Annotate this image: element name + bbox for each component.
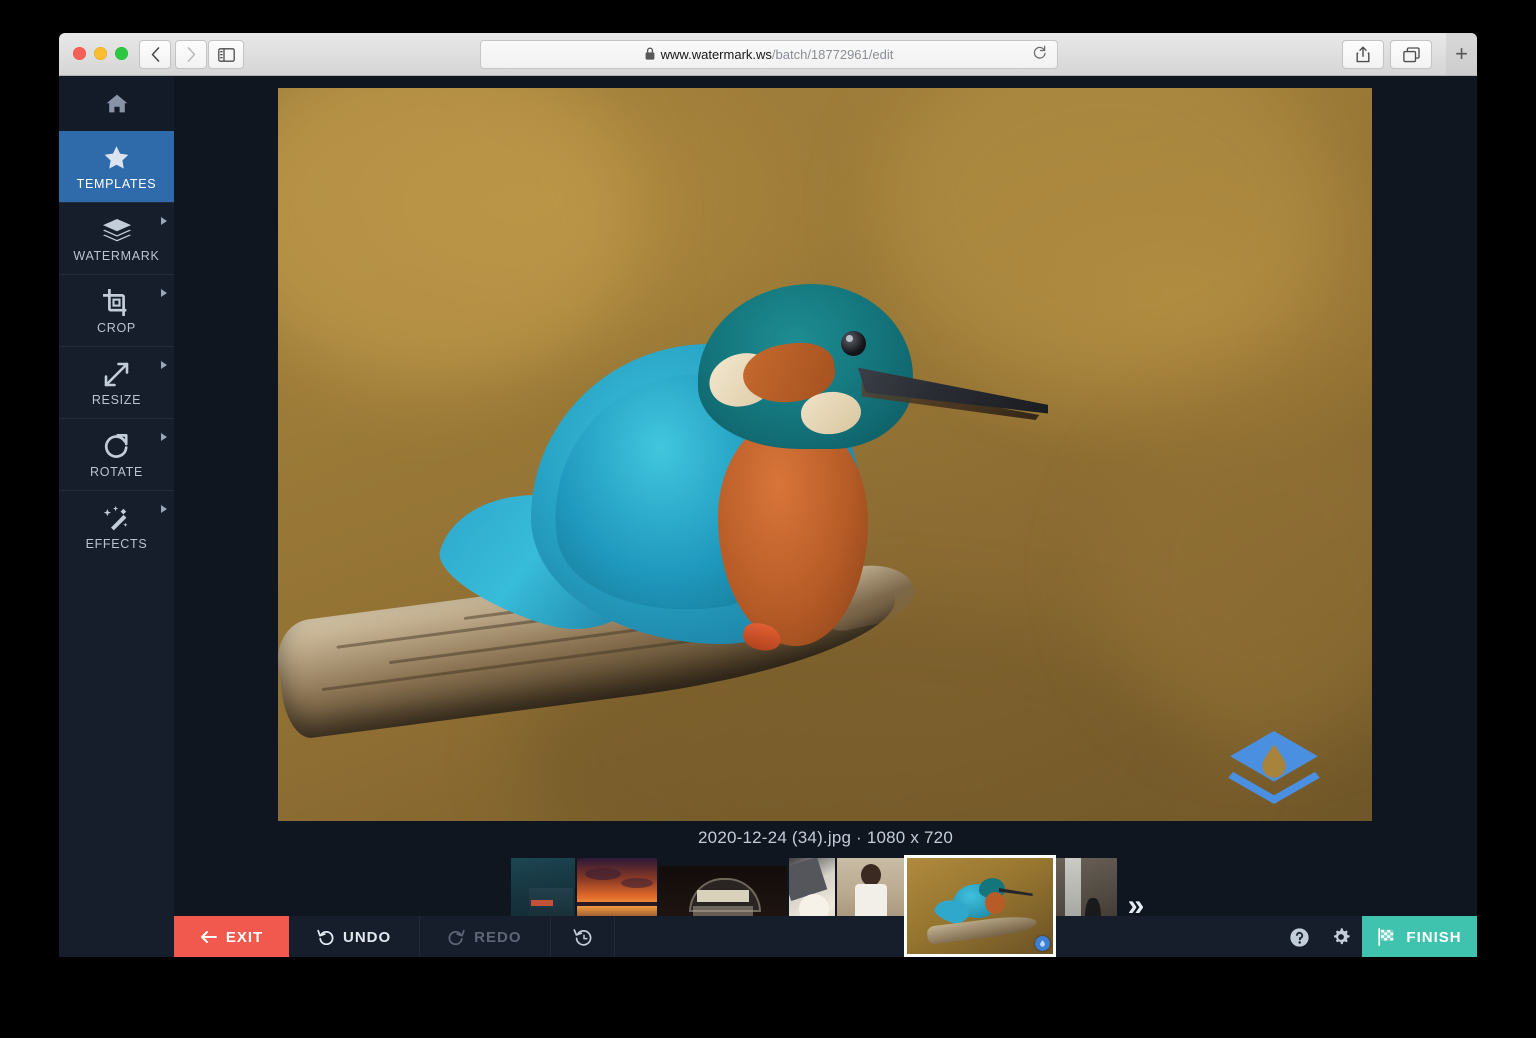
show-tabs-icon: [1402, 46, 1420, 62]
checkered-flag-icon: [1378, 928, 1394, 946]
sidebar-label-resize: RESIZE: [91, 393, 142, 407]
magic-wand-icon: [59, 503, 174, 533]
finish-button[interactable]: FINISH: [1362, 916, 1477, 957]
kingfisher-photo: [278, 88, 1372, 821]
editor-sidebar: TEMPLATES WATERMARK CROP RESIZE ROTATE E…: [59, 76, 175, 957]
sidebar-label-rotate: ROTATE: [89, 465, 144, 479]
sidebar-label-templates: TEMPLATES: [76, 177, 157, 191]
finish-label: FINISH: [1406, 928, 1462, 946]
layers-icon: [59, 215, 174, 245]
redo-button[interactable]: REDO: [420, 916, 551, 957]
image-caption: 2020-12-24 (34).jpg · 1080 x 720: [698, 828, 953, 847]
exit-label: EXIT: [225, 928, 264, 946]
show-tabs-button[interactable]: [1390, 40, 1432, 69]
help-circle-icon: [1289, 927, 1309, 947]
sidebar-label-effects: EFFECTS: [85, 537, 148, 551]
undo-icon: [317, 929, 334, 945]
address-bar[interactable]: www.watermark.ws/batch/18772961/edit: [480, 40, 1058, 69]
sidebar-item-rotate[interactable]: ROTATE: [59, 418, 174, 490]
chevron-right-icon: [161, 289, 167, 297]
chevron-right-icon: [161, 361, 167, 369]
chevron-right-icon: [161, 505, 167, 513]
sidebar-item-templates[interactable]: TEMPLATES: [59, 131, 174, 202]
forward-button[interactable]: [175, 40, 207, 69]
editor-bottom-toolbar: EXIT UNDO REDO FINISH: [174, 916, 1477, 957]
browser-window: www.watermark.ws/batch/18772961/edit + T…: [59, 33, 1477, 957]
chevron-right-icon: [187, 47, 195, 62]
settings-button[interactable]: [1320, 916, 1362, 957]
home-icon: [106, 94, 127, 113]
sidebar-label-watermark: WATERMARK: [73, 249, 160, 263]
browser-chrome: www.watermark.ws/batch/18772961/edit +: [59, 33, 1477, 76]
history-button[interactable]: [551, 916, 615, 957]
redo-icon: [448, 929, 465, 945]
lock-icon: [645, 47, 655, 63]
reload-icon: [1033, 45, 1046, 59]
url-path: /batch/18772961/edit: [771, 47, 894, 62]
share-icon: [1356, 46, 1370, 63]
gear-icon: [1334, 928, 1350, 945]
undo-label: UNDO: [343, 928, 392, 946]
sidebar-item-effects[interactable]: EFFECTS: [59, 490, 174, 562]
new-tab-button[interactable]: +: [1446, 33, 1477, 75]
sidebar-item-crop[interactable]: CROP: [59, 274, 174, 346]
redo-label: REDO: [474, 928, 522, 946]
sidebar-item-resize[interactable]: RESIZE: [59, 346, 174, 418]
chevron-right-icon: [161, 217, 167, 225]
watermark-applied-badge-icon: [1034, 936, 1050, 951]
reload-button[interactable]: [1032, 45, 1047, 65]
image-preview[interactable]: [278, 88, 1372, 821]
thumbnail-kingfisher-bird[interactable]: [903, 855, 1056, 957]
rotate-icon: [59, 431, 174, 461]
help-button[interactable]: [1278, 916, 1320, 957]
crop-icon: [59, 287, 174, 317]
revert-history-icon: [572, 929, 591, 946]
sidebar-item-home[interactable]: [59, 76, 174, 131]
sidebar-toggle-icon: [217, 47, 235, 62]
maximize-window-button[interactable]: [115, 47, 128, 60]
url-domain: www.watermark.ws: [660, 47, 772, 62]
sidebar-item-watermark[interactable]: WATERMARK: [59, 202, 174, 274]
exit-button[interactable]: EXIT: [174, 916, 289, 957]
resize-icon: [59, 359, 174, 389]
editor-canvas: 2020-12-24 (34).jpg · 1080 x 720 » EXIT …: [174, 76, 1477, 957]
nav-buttons: [139, 40, 207, 69]
kingfisher-bird-illustration: [428, 266, 1048, 686]
sidebar-label-crop: CROP: [97, 321, 136, 335]
share-button[interactable]: [1342, 40, 1384, 69]
chrome-right-buttons: [1342, 40, 1432, 69]
window-traffic-lights: [73, 47, 128, 60]
watermark-editor-app: TEMPLATES WATERMARK CROP RESIZE ROTATE E…: [59, 76, 1477, 957]
minimize-window-button[interactable]: [94, 47, 107, 60]
chevron-right-icon: [161, 433, 167, 441]
close-window-button[interactable]: [73, 47, 86, 60]
undo-button[interactable]: UNDO: [289, 916, 421, 957]
star-icon: [59, 143, 174, 173]
arrow-left-icon: [200, 931, 217, 943]
back-button[interactable]: [139, 40, 171, 69]
sidebar-toggle-button[interactable]: [208, 40, 244, 69]
chevron-left-icon: [151, 47, 159, 62]
watermark-ws-droplet-layers-logo: [1228, 730, 1320, 805]
